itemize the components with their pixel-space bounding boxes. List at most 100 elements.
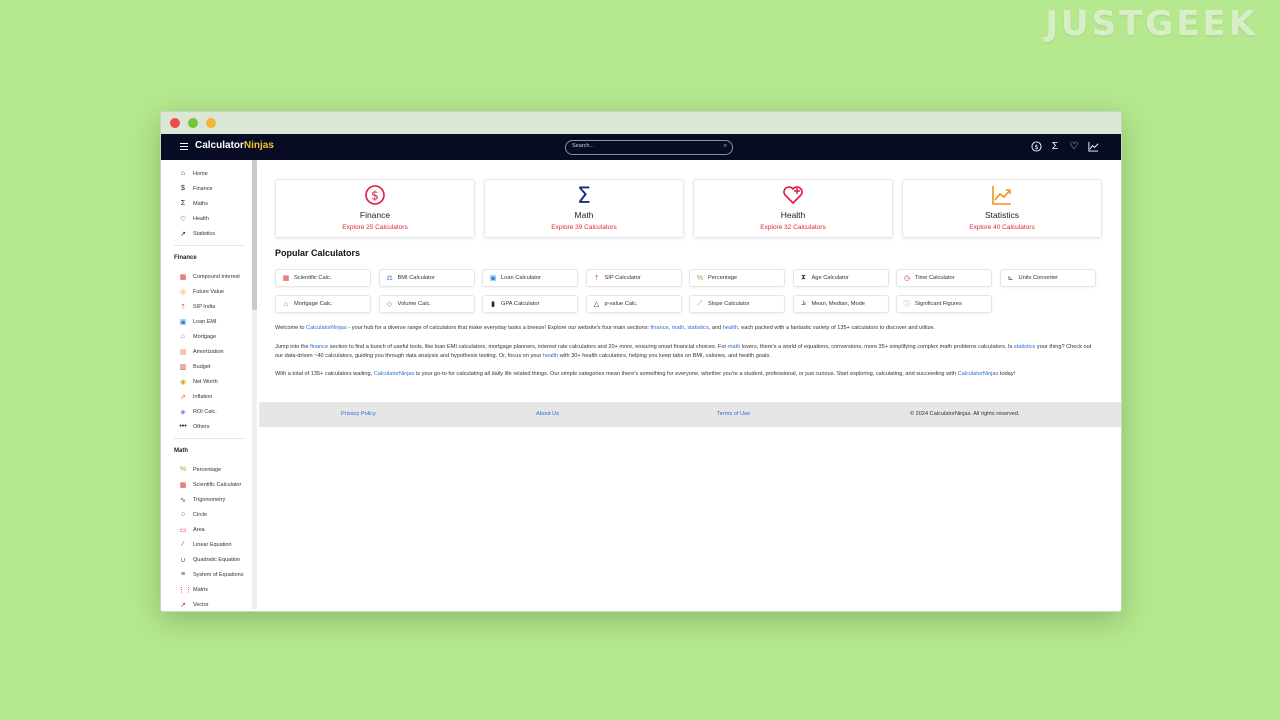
sidebar-item-quadratic-equation[interactable]: ∪ Quadratic Equation (161, 552, 258, 567)
sidebar-item-mortgage[interactable]: ⌂ Mortgage (161, 329, 258, 344)
calculatorninjas-link[interactable]: CalculatorNinjas (958, 371, 999, 377)
sidebar-item-finance[interactable]: $ Finance (161, 181, 258, 196)
maximize-window-button[interactable] (206, 118, 216, 128)
category-card-finance[interactable]: $ Finance Explore 25 Calculators (275, 179, 475, 238)
menu-icon[interactable] (180, 143, 188, 152)
heart-icon (782, 184, 804, 206)
minimize-window-button[interactable] (188, 118, 198, 128)
wave-icon: ∿ (180, 496, 186, 504)
sidebar-item-sip-india[interactable]: ⇡ SIP India (161, 299, 258, 314)
finance-link[interactable]: finance (651, 325, 669, 331)
popular-calc-bmi-calculator[interactable]: ⚖ BMI Calculator (378, 269, 475, 287)
dollar-icon[interactable]: $ (1030, 140, 1042, 152)
health-link[interactable]: health (543, 353, 558, 359)
sidebar-item-circle[interactable]: ○ Circle (161, 507, 258, 522)
logo-text-calculator: Calculator (195, 140, 244, 151)
popular-calc-percentage[interactable]: % Percentage (689, 269, 785, 287)
sidebar-item-budget[interactable]: ▥ Budget (161, 359, 258, 374)
popular-calc-volume-calc[interactable]: ◇ Volume Calc. (378, 295, 475, 313)
popular-calc-gpa-calculator[interactable]: ▮ GPA Calculator (482, 295, 578, 313)
sidebar-item-trigonometry[interactable]: ∿ Trigonometry (161, 492, 258, 507)
copyright-text: © 2024 CalculatorNinjas. All rights rese… (910, 411, 1020, 417)
math-link[interactable]: math (728, 344, 740, 350)
sidebar-item-label: Future Value (193, 288, 225, 295)
popular-calc-mortgage-calc[interactable]: ⌂ Mortgage Calc. (275, 295, 371, 313)
calc-icon: ▦ (179, 273, 187, 281)
sidebar-item-maths[interactable]: Σ Maths (161, 196, 258, 211)
sidebar-divider (174, 245, 245, 246)
popular-calculators-title: Popular Calculators (275, 248, 361, 258)
category-card-math[interactable]: Σ Math Explore 39 Calculators (484, 179, 684, 238)
chart-icon[interactable] (1087, 140, 1099, 152)
explore-calculators-link[interactable]: Explore 39 Calculators (485, 224, 683, 231)
sidebar-item-health[interactable]: ♡ Health (161, 211, 258, 226)
popular-calc-slope-calculator[interactable]: ⟋ Slope Calculator (689, 295, 785, 313)
terms-of-use-link[interactable]: Terms of Use (717, 411, 750, 417)
heart-icon[interactable]: ♡ (1068, 140, 1080, 152)
sidebar-item-matrix[interactable]: ⋮⋮ Matrix (161, 582, 258, 597)
sidebar-item-label: Trigonometry (193, 496, 226, 503)
popular-calc-label: Loan Calculator (501, 275, 541, 281)
sidebar-item-others[interactable]: ••• Others (161, 419, 258, 434)
sidebar-item-inflation[interactable]: ⇗ Inflation (161, 389, 258, 404)
statistics-link[interactable]: statistics (1014, 344, 1035, 350)
explore-calculators-link[interactable]: Explore 32 Calculators (694, 224, 892, 231)
about-us-link[interactable]: About Us (536, 411, 559, 417)
coins-icon: ◎ (179, 288, 187, 296)
category-card-health[interactable]: Health Explore 32 Calculators (693, 179, 893, 238)
chart-icon: ↗ (180, 230, 186, 238)
sidebar-item-linear-equation[interactable]: ⁄ Linear Equation (161, 537, 258, 552)
sidebar-item-label: Home (193, 170, 208, 177)
sidebar-item-system-of-equations[interactable]: ≡ System of Equations (161, 567, 258, 582)
sidebar-item-compound-interest[interactable]: ▦ Compound Interest (161, 269, 258, 284)
calculatorninjas-link[interactable]: CalculatorNinjas (374, 371, 415, 377)
popular-calc-loan-calculator[interactable]: ▣ Loan Calculator (482, 269, 578, 287)
sidebar-item-label: Linear Equation (193, 541, 232, 548)
sidebar-section-finance: Finance (174, 255, 197, 261)
sidebar-item-net-worth[interactable]: ◉ Net Worth (161, 374, 258, 389)
popular-calc-scientific-calc[interactable]: ▦ Scientific Calc. (275, 269, 371, 287)
sidebar-item-area[interactable]: ▭ Area (161, 522, 258, 537)
statistics-link[interactable]: statistics (687, 325, 708, 331)
calculatorninjas-link[interactable]: CalculatorNinjas (306, 325, 347, 331)
explore-calculators-link[interactable]: Explore 25 Calculators (276, 224, 474, 231)
popular-calc-age-calculator[interactable]: ⧗ Age Calculator (792, 269, 889, 287)
sidebar-item-label: Circle (193, 511, 208, 518)
sidebar-item-scientific-calculator[interactable]: ▦ Scientific Calculator (161, 477, 258, 492)
search-input[interactable]: Search... ⌕ (565, 140, 733, 155)
main-content: $ Finance Explore 25 Calculators Σ Math Explo… (259, 160, 1121, 611)
search-placeholder: Search... (572, 143, 595, 149)
search-icon[interactable]: ⌕ (724, 143, 727, 150)
sidebar-item-roi-calc[interactable]: ◈ ROI Calc. (161, 404, 258, 419)
finance-link[interactable]: finance (310, 344, 328, 350)
health-link[interactable]: health (723, 325, 738, 331)
sidebar-item-future-value[interactable]: ◎ Future Value (161, 284, 258, 299)
sidebar-item-vector[interactable]: ↗ Vector (161, 597, 258, 611)
popular-calc-sip-calculator[interactable]: ⇡ SIP Calculator (585, 269, 682, 287)
privacy-policy-link[interactable]: Privacy Policy (341, 411, 376, 417)
category-card-statistics[interactable]: Statistics Explore 40 Calculators (902, 179, 1102, 238)
house-icon: ⌂ (283, 300, 289, 308)
chart-icon (991, 184, 1013, 206)
popular-calc-units-converter[interactable]: ⊾ Units Converter (999, 269, 1096, 287)
sidebar-scrollbar-thumb[interactable] (252, 160, 257, 310)
triangle-icon: △ (593, 301, 600, 308)
close-window-button[interactable] (170, 118, 180, 128)
math-link[interactable]: math (672, 325, 684, 331)
popular-calc-time-calculator[interactable]: ◷ Time Calculator (896, 269, 992, 287)
explore-calculators-link[interactable]: Explore 40 Calculators (903, 224, 1101, 231)
site-logo[interactable]: CalculatorNinjas (195, 140, 274, 151)
svg-text:Σ: Σ (577, 184, 591, 206)
sidebar-item-home[interactable]: ⌂ Home (161, 166, 258, 181)
popular-calc-label: Slope Calculator (708, 301, 750, 307)
sidebar-item-loan-emi[interactable]: ▣ Loan EMI (161, 314, 258, 329)
popular-calc-p-value-calc[interactable]: △ p-value Calc. (585, 295, 682, 313)
popular-calc-significant-figures[interactable]: ⓘ Significant Figures (896, 295, 992, 313)
popular-calc-label: Scientific Calc. (294, 275, 332, 281)
sigma-icon[interactable]: Σ (1049, 140, 1061, 152)
sidebar-item-amortization[interactable]: ▤ Amortization (161, 344, 258, 359)
sidebar-item-percentage[interactable]: % Percentage (161, 462, 258, 477)
sidebar-item-statistics[interactable]: ↗ Statistics (161, 226, 258, 241)
popular-calc-mean-median-mode[interactable]: ⫡ Mean, Median, Mode (792, 295, 889, 313)
dollar-icon: $ (364, 184, 386, 206)
